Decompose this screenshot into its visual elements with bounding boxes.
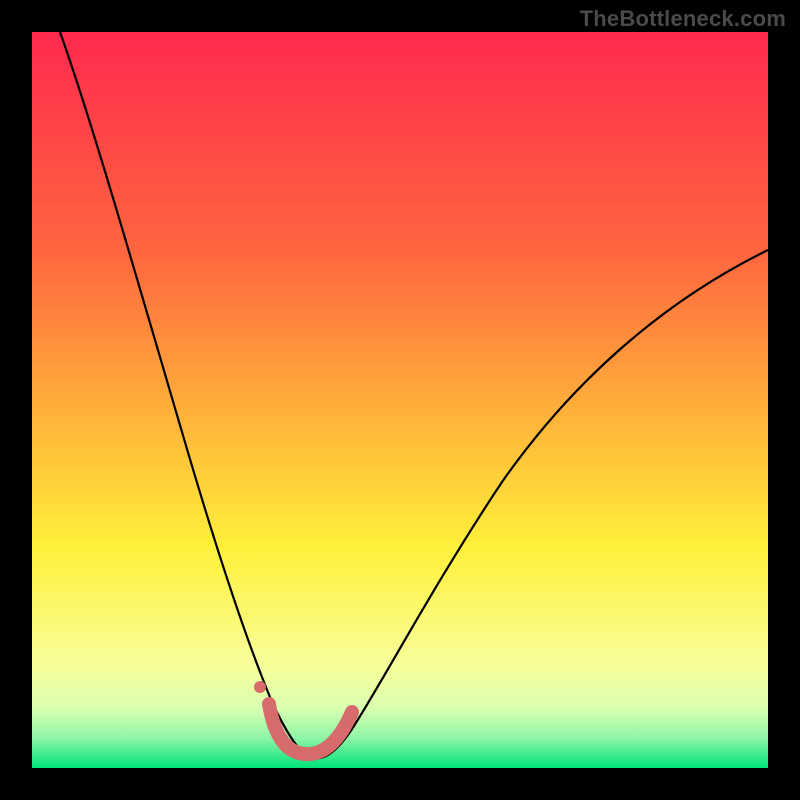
optimal-dot [254, 681, 266, 693]
chart-svg [32, 32, 768, 768]
plot-area [32, 32, 768, 768]
watermark-text: TheBottleneck.com [580, 6, 786, 32]
chart-frame: TheBottleneck.com [0, 0, 800, 800]
gradient-background [32, 32, 768, 768]
